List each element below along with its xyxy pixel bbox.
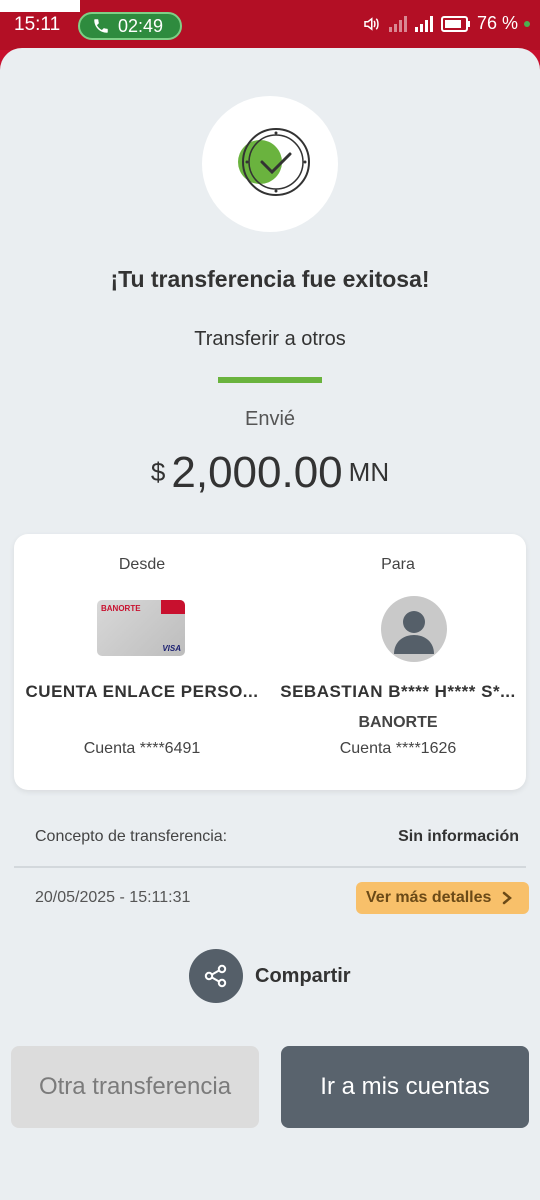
from-label: Desde [118,556,166,573]
recipient-avatar-icon [381,596,447,662]
success-title: ¡Tu transferencia fue exitosa! [110,266,430,292]
go-to-accounts-button[interactable]: Ir a mis cuentas [281,1046,529,1128]
amount: $2,000.00 MN [0,448,540,498]
card-tab [161,600,185,614]
signal-icon [388,15,407,32]
recipient-name: SEBASTIAN B**** H**** S*... [280,682,516,701]
currency-code: MN [348,457,390,487]
to-label: Para [381,556,415,573]
card-brand: BANORTE [101,604,141,613]
sent-label: Envié [244,408,296,430]
amount-value: 2,000.00 [171,448,343,497]
debit-card-image: BANORTE VISA [97,600,185,656]
signal-icon-2 [414,15,433,32]
to-column: Para SEBASTIAN B**** H**** S*... BANORTE… [270,534,526,790]
chevron-right-icon [503,891,513,905]
status-time: 15:11 [14,14,61,35]
card-network: VISA [162,644,181,653]
recipient-account-number: Cuenta ****1626 [339,740,457,757]
currency-symbol: $ [150,457,166,487]
more-details-button[interactable]: Ver más detalles [356,882,529,914]
success-check-icon [238,128,310,196]
concept-row: Concepto de transferencia: Sin informaci… [35,828,519,846]
status-patch [0,0,80,12]
transfer-type: Transferir a otros [194,328,346,350]
more-details-label: Ver más detalles [366,889,492,906]
from-account-number: Cuenta ****6491 [83,740,201,757]
status-icons: 76 % [361,13,530,34]
transfer-datetime: 20/05/2025 - 15:11:31 [35,889,191,906]
phone-icon [94,19,108,33]
other-transfer-button[interactable]: Otra transferencia [11,1046,259,1128]
transfer-summary-card: Desde BANORTE VISA CUENTA ENLACE PERSO..… [14,534,526,790]
concept-label: Concepto de transferencia: [35,828,228,845]
concept-value: Sin información [398,828,519,845]
from-column: Desde BANORTE VISA CUENTA ENLACE PERSO..… [14,534,270,790]
battery-percent: 76 % [476,13,518,33]
ongoing-call-pill[interactable]: 02:49 [78,12,182,40]
call-timer: 02:49 [118,15,164,36]
divider [14,866,526,868]
volume-icon [364,16,379,31]
share-icon[interactable] [189,949,243,1003]
accent-bar [218,377,322,383]
result-sheet: ¡Tu transferencia fue exitosa! Transferi… [0,48,540,1200]
privacy-dot [524,20,530,27]
share-action[interactable]: Compartir [189,949,351,1003]
battery-icon [440,15,470,32]
from-account-name: CUENTA ENLACE PERSO... [25,682,259,701]
recipient-bank: BANORTE [358,714,438,731]
status-bar: 15:11 02:49 76 % [0,0,540,50]
success-badge [202,96,338,232]
share-label[interactable]: Compartir [255,965,351,988]
